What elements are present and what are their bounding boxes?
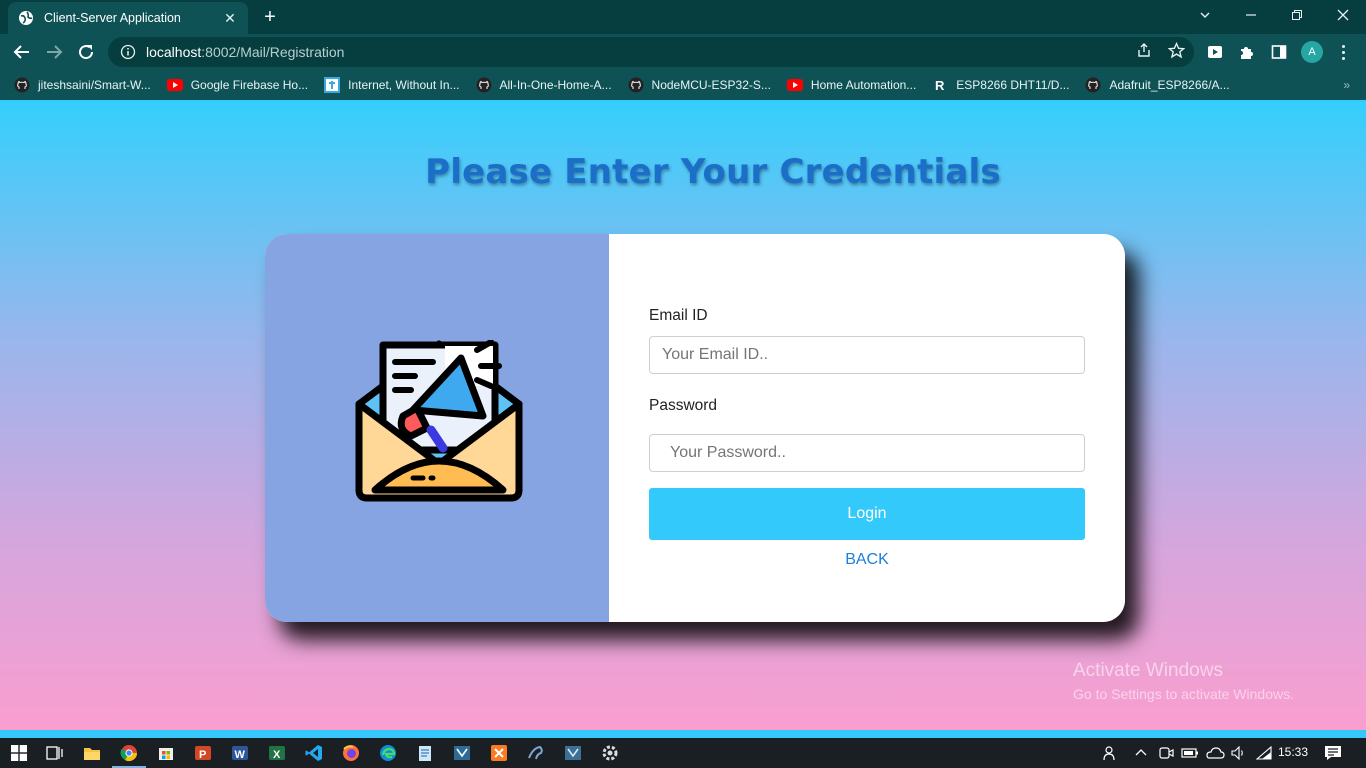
mysql-icon[interactable]: [525, 742, 547, 764]
password-label: Password: [649, 397, 718, 414]
github-icon: [1085, 77, 1101, 93]
bookmark-label: Adafruit_ESP8266/A...: [1109, 78, 1230, 92]
people-icon[interactable]: [1102, 744, 1120, 762]
globe-icon: [18, 10, 34, 26]
bookmark-item[interactable]: Adafruit_ESP8266/A...: [1085, 77, 1230, 93]
new-tab-button[interactable]: +: [258, 6, 282, 28]
bookmark-label: All-In-One-Home-A...: [499, 78, 612, 92]
svg-text:R: R: [935, 78, 945, 93]
bookmark-label: Google Firebase Ho...: [190, 78, 309, 92]
bookmarks-overflow-icon[interactable]: »: [1343, 78, 1350, 92]
login-button[interactable]: Login: [649, 488, 1085, 540]
mysql-workbench-2-icon[interactable]: [562, 742, 584, 764]
tab-search-icon[interactable]: [1182, 0, 1228, 30]
edge-icon[interactable]: [377, 742, 399, 764]
tab-title: Client-Server Application: [44, 11, 181, 25]
notepad-icon[interactable]: [414, 742, 436, 764]
bookmark-item[interactable]: Internet, Without In...: [324, 77, 460, 93]
password-field[interactable]: [649, 434, 1085, 472]
xampp-icon[interactable]: [488, 742, 510, 764]
github-icon: [14, 77, 30, 93]
speaker-icon[interactable]: [1230, 744, 1248, 762]
wifi-icon[interactable]: [1255, 744, 1273, 762]
url-host: localhost: [146, 44, 202, 60]
svg-text:P: P: [199, 749, 206, 761]
page-title: Please Enter Your Credentials: [425, 152, 1001, 192]
bookmark-item[interactable]: jiteshsaini/Smart-W...: [14, 77, 151, 93]
share-icon[interactable]: [1135, 41, 1153, 59]
tab-bar: Client-Server Application ✕ +: [0, 0, 1366, 34]
meet-now-icon[interactable]: [1157, 744, 1175, 762]
store-icon[interactable]: [155, 742, 177, 764]
github-icon: [628, 77, 644, 93]
reload-icon[interactable]: [72, 38, 100, 66]
side-panel-icon[interactable]: [1269, 42, 1289, 62]
bookmark-item[interactable]: NodeMCU-ESP32-S...: [628, 77, 771, 93]
powerpoint-icon[interactable]: P: [192, 742, 214, 764]
minimize-icon[interactable]: [1228, 0, 1274, 30]
chevron-up-icon[interactable]: [1132, 744, 1150, 762]
youtube-icon: [786, 77, 803, 93]
taskbar: P W X 15:33: [0, 738, 1366, 768]
login-card: Email ID Password Login BACK: [265, 234, 1125, 622]
address-bar[interactable]: localhost:8002/Mail/Registration: [108, 37, 1194, 67]
bookmark-star-icon[interactable]: [1167, 41, 1185, 59]
tutorial-site-icon: [324, 77, 341, 93]
media-icon[interactable]: [1205, 42, 1225, 62]
onedrive-icon[interactable]: [1205, 744, 1225, 762]
bookmark-label: ESP8266 DHT11/D...: [956, 78, 1070, 92]
word-icon[interactable]: W: [229, 742, 251, 764]
settings-icon[interactable]: [599, 742, 621, 764]
svg-text:X: X: [273, 749, 281, 761]
github-icon: [476, 77, 492, 93]
vscode-icon[interactable]: [303, 742, 325, 764]
activate-windows-watermark: Activate Windows Go to Settings to activ…: [1073, 660, 1294, 702]
site-info-icon[interactable]: [120, 44, 136, 60]
watermark-title: Activate Windows: [1073, 660, 1223, 681]
clock[interactable]: 15:33: [1278, 745, 1308, 759]
extensions-puzzle-icon[interactable]: [1237, 42, 1257, 62]
browser-tab[interactable]: Client-Server Application ✕: [8, 2, 248, 34]
r-site-icon: R: [932, 77, 949, 93]
bookmark-item[interactable]: R ESP8266 DHT11/D...: [932, 77, 1069, 93]
mysql-workbench-icon[interactable]: [451, 742, 473, 764]
bookmark-item[interactable]: Google Firebase Ho...: [166, 77, 309, 93]
notifications-icon[interactable]: [1323, 744, 1343, 762]
bookmark-item[interactable]: All-In-One-Home-A...: [476, 77, 612, 93]
bookmark-item[interactable]: Home Automation...: [786, 77, 917, 93]
close-window-icon[interactable]: [1320, 0, 1366, 30]
watermark-subtitle: Go to Settings to activate Windows.: [1073, 686, 1294, 702]
bookmark-label: Internet, Without In...: [348, 78, 460, 92]
chrome-icon[interactable]: [112, 742, 146, 768]
bookmark-label: Home Automation...: [810, 78, 917, 92]
email-label: Email ID: [649, 307, 708, 324]
menu-kebab-icon[interactable]: [1336, 41, 1350, 63]
task-view-icon[interactable]: [44, 742, 66, 764]
bookmarks-bar: jiteshsaini/Smart-W... Google Firebase H…: [0, 70, 1366, 100]
illustration-panel: [265, 234, 609, 622]
svg-text:W: W: [235, 749, 246, 761]
back-link[interactable]: BACK: [649, 551, 1085, 569]
restore-icon[interactable]: [1274, 0, 1320, 30]
start-icon[interactable]: [8, 742, 30, 764]
login-form: Email ID Password Login BACK: [609, 234, 1125, 622]
url-path: :8002/Mail/Registration: [201, 44, 345, 60]
email-field[interactable]: [649, 336, 1085, 374]
bookmark-label: jiteshsaini/Smart-W...: [38, 78, 151, 92]
battery-icon[interactable]: [1181, 744, 1199, 762]
back-arrow-icon[interactable]: [8, 38, 36, 66]
forward-arrow-icon[interactable]: [40, 38, 68, 66]
page-body: Please Enter Your Credentials Email ID Y…: [0, 102, 1366, 730]
profile-avatar[interactable]: A: [1301, 41, 1323, 63]
firefox-icon[interactable]: [340, 742, 362, 764]
bookmark-label: NodeMCU-ESP32-S...: [651, 78, 771, 92]
page-bottom-stripe: [0, 730, 1366, 738]
email-megaphone-icon: [353, 339, 525, 512]
close-tab-icon[interactable]: ✕: [222, 10, 238, 26]
excel-icon[interactable]: X: [266, 742, 288, 764]
file-explorer-icon[interactable]: [81, 742, 103, 764]
browser-toolbar: localhost:8002/Mail/Registration A: [0, 34, 1366, 70]
youtube-icon: [166, 77, 183, 93]
